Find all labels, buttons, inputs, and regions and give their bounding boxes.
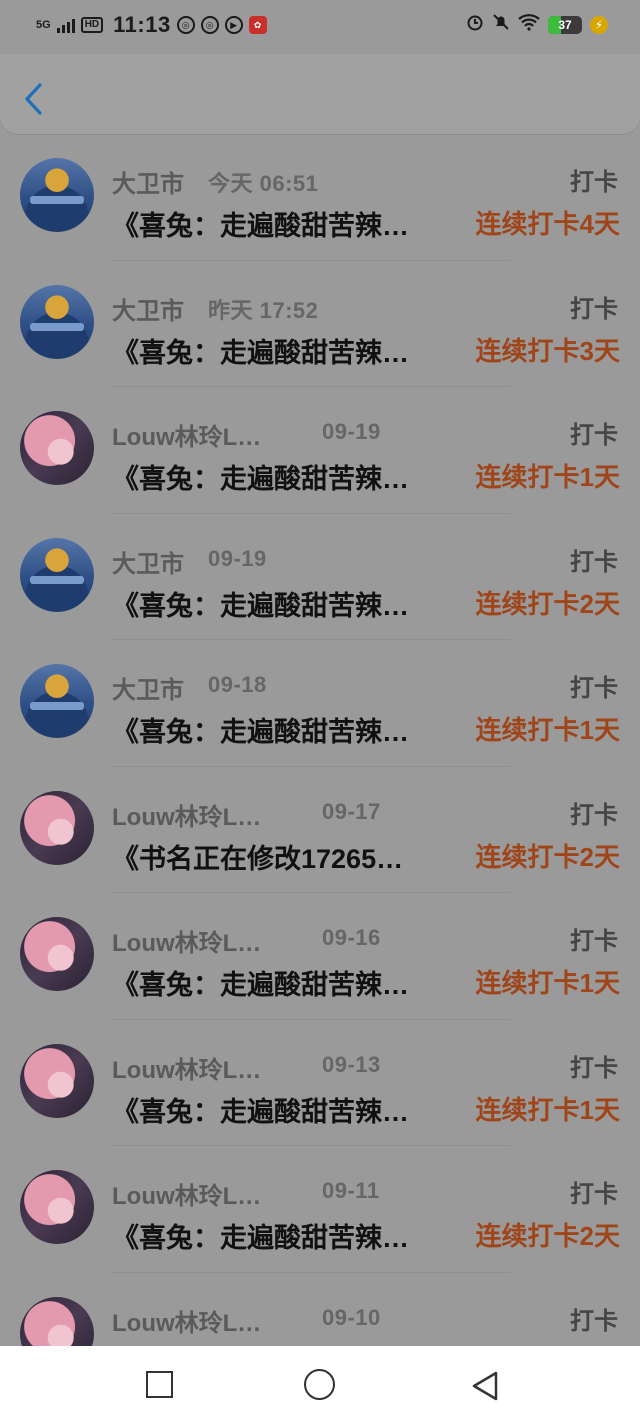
chevron-left-icon [25,83,42,115]
mute-bell-icon [492,13,510,36]
checkin-type: 打卡 [570,548,618,576]
book-title: 《喜兔：走遍酸甜苦辣… [112,211,409,241]
app-notification-icon: ◎ [200,16,219,34]
signal-icon [56,17,75,33]
checkin-date: 09-17 [322,798,381,824]
list-item[interactable]: Louw林玲L… 09-16 打卡《喜兔：走遍酸甜苦辣… 连续打卡1天 [0,893,640,1020]
streak-label: 连续打卡3天 [475,335,620,366]
avatar[interactable] [20,537,94,612]
avatar[interactable] [20,411,94,485]
checkin-type: 打卡 [570,422,618,449]
checkin-date: 09-18 [208,672,267,697]
streak-label: 连续打卡4天 [475,209,620,239]
user-name: Louw林玲L… [112,1309,262,1337]
checkin-type: 打卡 [570,1181,618,1208]
avatar[interactable] [20,158,94,232]
app-notification-icon: ◎ [176,16,195,34]
play-notification-icon: ▶ [224,16,243,34]
checkin-type: 打卡 [570,169,618,196]
hd-badge: HD [80,17,104,33]
checkin-date: 09-10 [322,1304,381,1330]
status-bar: 5G HD 11:13 ◎ ◎ ▶ ✿ 37 ⚡ [0,0,640,54]
book-title: 《喜兔：走遍酸甜苦辣… [112,464,409,494]
list-item[interactable]: 大卫市 今天 06:51 打卡《喜兔：走遍酸甜苦辣… 连续打卡4天 [0,134,640,261]
app-notification-icon: ✿ [248,16,267,34]
charging-icon: ⚡ [590,15,608,34]
avatar[interactable] [20,790,94,865]
avatar[interactable] [20,664,94,738]
streak-label: 连续打卡2天 [475,841,620,872]
user-name: 大卫市 [112,171,184,198]
book-title: 《喜兔：走遍酸甜苦辣… [112,970,409,1000]
checkin-date: 09-11 [322,1178,380,1203]
book-title: 《书名正在修改17265… [112,843,404,874]
streak-label: 连续打卡1天 [475,1094,620,1125]
checkin-date: 今天 06:51 [208,171,319,196]
streak-label: 连续打卡2天 [475,588,620,619]
streak-label: 连续打卡2天 [475,1221,620,1251]
list-item[interactable]: 大卫市 昨天 17:52 打卡《喜兔：走遍酸甜苦辣… 连续打卡3天 [0,261,640,387]
list-item[interactable]: Louw林玲L… 09-19 打卡《喜兔：走遍酸甜苦辣… 连续打卡1天 [0,387,640,514]
book-title: 《喜兔：走遍酸甜苦辣… [112,1223,409,1253]
list-item[interactable]: Louw林玲L… 09-17 打卡《书名正在修改17265… 连续打卡2天 [0,767,640,893]
user-name: Louw林玲L… [112,1183,262,1210]
user-name: 大卫市 [112,550,184,578]
book-title: 《喜兔：走遍酸甜苦辣… [112,1096,409,1127]
alarm-icon [466,13,484,36]
checkin-type: 打卡 [570,928,618,955]
list-item[interactable]: Louw林玲L…09-10打卡《喜兔：走遍酸甜苦辣…连续打卡1天 [0,1273,640,1346]
checkin-date: 09-19 [322,419,381,444]
user-name: 大卫市 [112,677,184,704]
streak-label: 连续打卡1天 [475,462,620,492]
streak-label: 连续打卡1天 [475,968,620,998]
checkin-list: 大卫市 今天 06:51 打卡 《喜兔：走遍酸甜苦辣… 连续打卡4天 大卫市 昨天 17:5… [0,134,640,1346]
clock: 11:13 [113,12,171,37]
system-back-button[interactable] [470,1370,500,1401]
checkin-type: 打卡 [570,1054,618,1082]
book-title: 《喜兔：走遍酸甜苦辣… [112,337,409,368]
user-name: Louw林玲L… [112,930,262,957]
list-item[interactable]: Louw林玲L… 09-13 打卡《喜兔：走遍酸甜苦辣… 连续打卡1天 [0,1020,640,1146]
recents-button[interactable] [146,1371,173,1398]
back-button[interactable] [22,82,46,116]
avatar[interactable] [20,284,94,359]
network-type: 5G [36,19,51,31]
avatar[interactable] [20,1170,94,1244]
list-item[interactable]: 大卫市 09-18 打卡《喜兔：走遍酸甜苦辣… 连续打卡1天 [0,640,640,767]
checkin-type: 打卡 [570,295,618,323]
home-button[interactable] [304,1369,335,1400]
streak-label: 连续打卡1天 [475,715,620,745]
user-name: Louw林玲L… [112,803,262,831]
avatar[interactable] [20,1043,94,1118]
avatar[interactable] [20,917,94,991]
battery-indicator: 37 [548,15,582,34]
user-name: Louw林玲L… [112,424,262,451]
checkin-type: 打卡 [570,801,618,829]
book-title: 《喜兔：走遍酸甜苦辣… [112,590,409,621]
avatar[interactable] [20,1296,94,1346]
header [0,54,640,134]
list-item[interactable]: 大卫市 09-19 打卡《喜兔：走遍酸甜苦辣… 连续打卡2天 [0,514,640,640]
checkin-date: 昨天 17:52 [208,297,319,323]
user-name: 大卫市 [112,297,184,325]
checkin-date: 09-16 [322,925,381,950]
checkin-type: 打卡 [570,1307,618,1335]
checkin-type: 打卡 [570,675,618,702]
checkin-date: 09-19 [208,545,267,571]
triangle-back-icon [472,1371,498,1401]
user-name: Louw林玲L… [112,1056,262,1084]
checkin-date: 09-13 [322,1051,381,1077]
system-nav-bar [0,1346,640,1422]
wifi-icon [518,13,540,36]
list-item[interactable]: Louw林玲L… 09-11 打卡《喜兔：走遍酸甜苦辣… 连续打卡2天 [0,1146,640,1273]
book-title: 《喜兔：走遍酸甜苦辣… [112,717,409,747]
